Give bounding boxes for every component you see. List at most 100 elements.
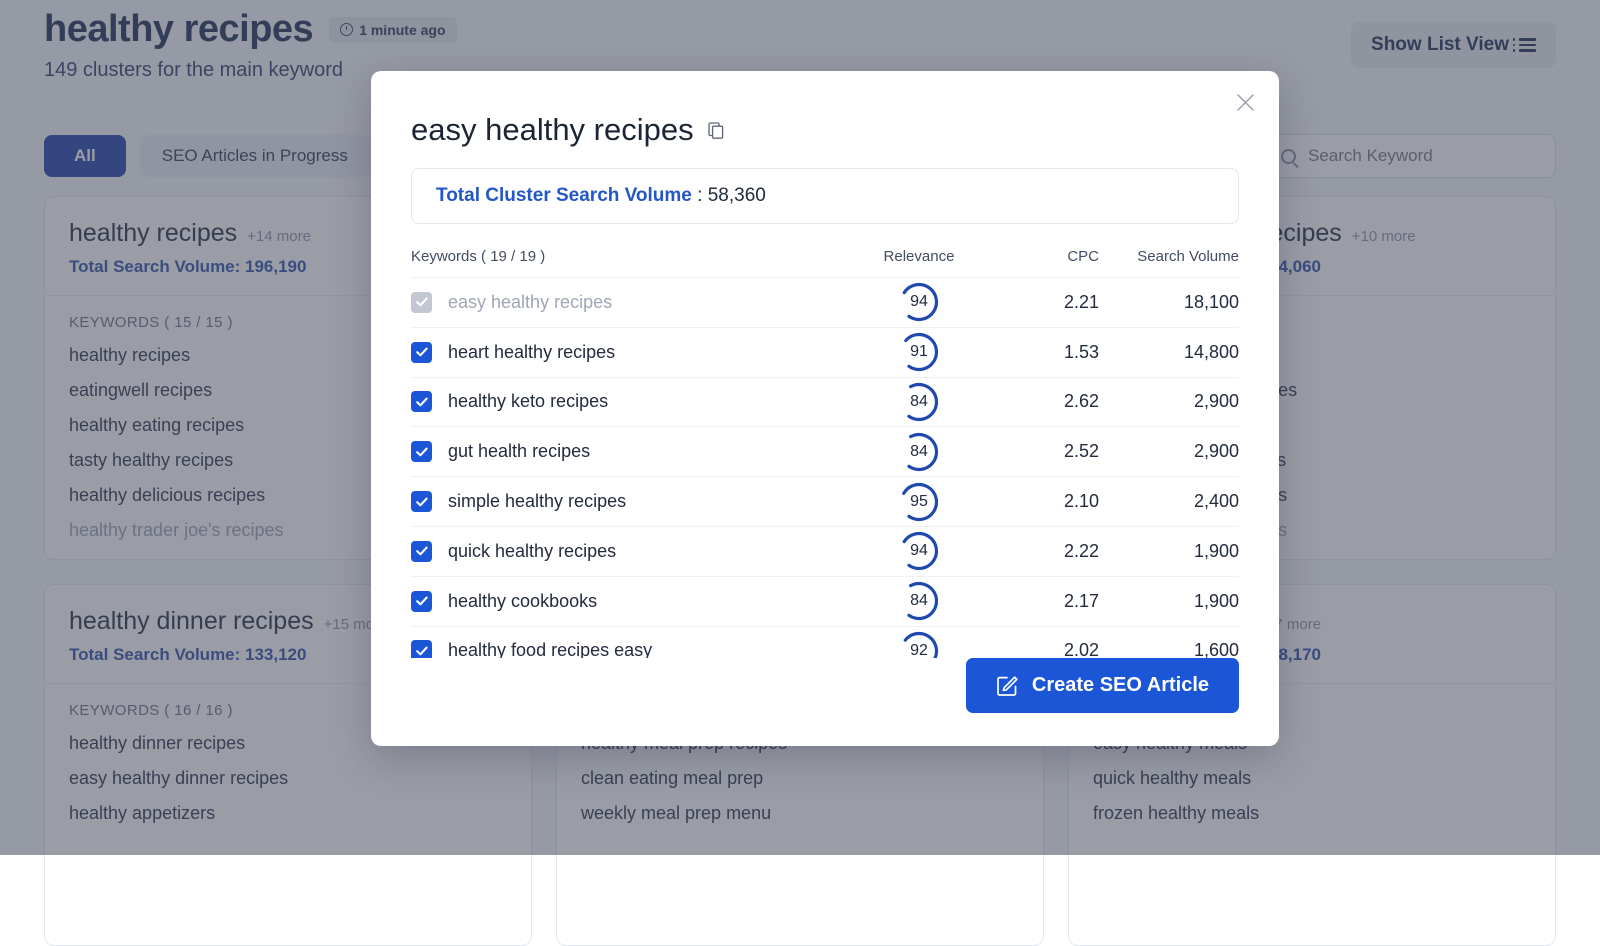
cluster-detail-modal: easy healthy recipes Total Cluster Searc…: [371, 71, 1279, 746]
close-icon: [1236, 93, 1255, 112]
edit-square-icon: [996, 674, 1019, 697]
table-row[interactable]: healthy cookbooks 84 2.171,900: [411, 576, 1239, 626]
cpc-cell: 1.53: [979, 342, 1099, 363]
relevance-cell: 94: [859, 528, 979, 574]
search-volume-cell: 18,100: [1099, 292, 1239, 313]
table-header-row: Keywords ( 19 / 19 ) Relevance CPC Searc…: [411, 224, 1239, 277]
total-cluster-volume-value: : 58,360: [697, 185, 766, 206]
checkbox[interactable]: [411, 391, 432, 412]
relevance-value: 84: [896, 429, 942, 475]
keyword-table: Keywords ( 19 / 19 ) Relevance CPC Searc…: [411, 224, 1239, 658]
relevance-value: 91: [896, 329, 942, 375]
relevance-gauge: 84: [896, 429, 942, 475]
keyword-cell: healthy food recipes easy: [411, 640, 859, 658]
search-volume-cell: 14,800: [1099, 342, 1239, 363]
relevance-cell: 84: [859, 429, 979, 475]
table-row[interactable]: healthy food recipes easy 92 2.021,600: [411, 626, 1239, 658]
keyword-label: simple healthy recipes: [448, 491, 626, 512]
relevance-cell: 84: [859, 578, 979, 624]
table-body: easy healthy recipes 94 2.2118,100 heart he…: [411, 277, 1239, 658]
cpc-cell: 2.22: [979, 541, 1099, 562]
cpc-cell: 2.10: [979, 491, 1099, 512]
keyword-label: heart healthy recipes: [448, 342, 615, 363]
column-header-search-volume: Search Volume: [1099, 248, 1239, 265]
relevance-value: 84: [896, 578, 942, 624]
relevance-gauge: 95: [896, 479, 942, 525]
relevance-gauge: 94: [896, 279, 942, 325]
search-volume-cell: 1,900: [1099, 541, 1239, 562]
checkbox-disabled: [411, 292, 432, 313]
keyword-cell: easy healthy recipes: [411, 292, 859, 313]
relevance-value: 95: [896, 479, 942, 525]
copy-title-button[interactable]: [708, 122, 725, 139]
relevance-cell: 91: [859, 329, 979, 375]
relevance-gauge: 92: [896, 628, 942, 658]
keyword-label: easy healthy recipes: [448, 292, 612, 313]
cpc-cell: 2.02: [979, 640, 1099, 658]
keyword-label: gut health recipes: [448, 441, 590, 462]
modal-footer: Create SEO Article: [371, 658, 1279, 746]
check-icon: [415, 544, 429, 558]
relevance-gauge: 94: [896, 528, 942, 574]
check-icon: [415, 594, 429, 608]
column-header-cpc: CPC: [979, 248, 1099, 265]
search-volume-cell: 1,900: [1099, 591, 1239, 612]
check-icon: [415, 395, 429, 409]
keyword-cell: healthy cookbooks: [411, 591, 859, 612]
modal-title: easy healthy recipes: [411, 112, 694, 148]
cpc-cell: 2.21: [979, 292, 1099, 313]
relevance-cell: 84: [859, 379, 979, 425]
checkbox[interactable]: [411, 591, 432, 612]
relevance-value: 92: [896, 628, 942, 658]
total-cluster-volume-box: Total Cluster Search Volume : 58,360: [411, 168, 1239, 224]
relevance-gauge: 84: [896, 578, 942, 624]
check-icon: [415, 644, 429, 658]
modal-header: easy healthy recipes: [371, 71, 1279, 148]
keyword-cell: quick healthy recipes: [411, 541, 859, 562]
create-seo-article-button[interactable]: Create SEO Article: [966, 658, 1239, 713]
table-row[interactable]: gut health recipes 84 2.522,900: [411, 426, 1239, 476]
cpc-cell: 2.17: [979, 591, 1099, 612]
check-icon: [415, 345, 429, 359]
keyword-cell: simple healthy recipes: [411, 491, 859, 512]
create-seo-article-label: Create SEO Article: [1032, 674, 1209, 697]
app-root: healthy recipes 1 minute ago 149 cluster…: [0, 0, 1600, 855]
checkbox[interactable]: [411, 342, 432, 363]
cpc-cell: 2.52: [979, 441, 1099, 462]
relevance-cell: 95: [859, 479, 979, 525]
keyword-label: quick healthy recipes: [448, 541, 616, 562]
table-row[interactable]: simple healthy recipes 95 2.102,400: [411, 476, 1239, 526]
relevance-value: 94: [896, 528, 942, 574]
keyword-label: healthy cookbooks: [448, 591, 597, 612]
cpc-cell: 2.62: [979, 391, 1099, 412]
relevance-cell: 94: [859, 279, 979, 325]
keyword-cell: heart healthy recipes: [411, 342, 859, 363]
checkbox[interactable]: [411, 491, 432, 512]
table-row[interactable]: heart healthy recipes 91 1.5314,800: [411, 327, 1239, 377]
total-cluster-volume-label: Total Cluster Search Volume: [436, 185, 692, 206]
check-icon: [415, 445, 429, 459]
relevance-cell: 92: [859, 628, 979, 658]
keyword-cell: healthy keto recipes: [411, 391, 859, 412]
checkbox[interactable]: [411, 640, 432, 658]
relevance-value: 84: [896, 379, 942, 425]
keyword-cell: gut health recipes: [411, 441, 859, 462]
search-volume-cell: 1,600: [1099, 640, 1239, 658]
relevance-gauge: 84: [896, 379, 942, 425]
checkbox[interactable]: [411, 441, 432, 462]
checkbox[interactable]: [411, 541, 432, 562]
search-volume-cell: 2,900: [1099, 441, 1239, 462]
keyword-label: healthy food recipes easy: [448, 640, 652, 658]
relevance-gauge: 91: [896, 329, 942, 375]
copy-icon: [708, 122, 725, 139]
close-button[interactable]: [1231, 88, 1259, 116]
table-row[interactable]: easy healthy recipes 94 2.2118,100: [411, 277, 1239, 327]
search-volume-cell: 2,900: [1099, 391, 1239, 412]
column-header-keywords: Keywords ( 19 / 19 ): [411, 248, 859, 265]
search-volume-cell: 2,400: [1099, 491, 1239, 512]
table-row[interactable]: quick healthy recipes 94 2.221,900: [411, 526, 1239, 576]
relevance-value: 94: [896, 279, 942, 325]
table-row[interactable]: healthy keto recipes 84 2.622,900: [411, 377, 1239, 427]
column-header-relevance: Relevance: [859, 248, 979, 265]
check-icon: [415, 495, 429, 509]
